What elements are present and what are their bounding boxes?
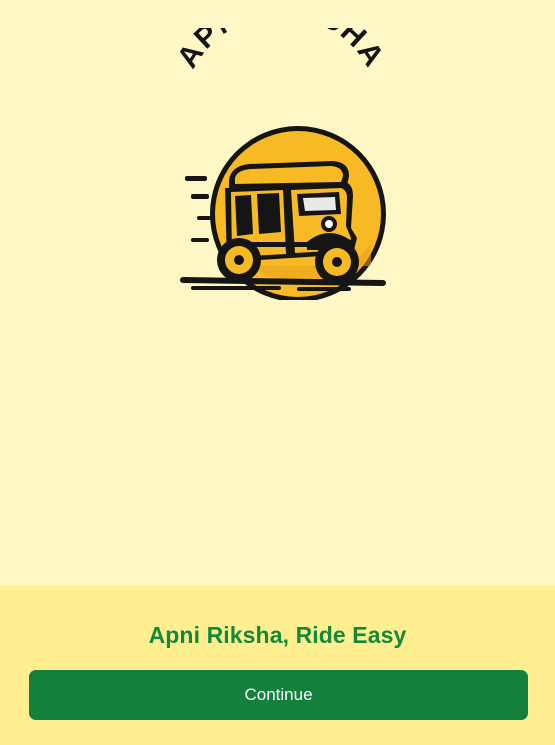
app-logo: APNI RIKSHA xyxy=(157,28,397,300)
splash-screen: APNI RIKSHA xyxy=(0,0,555,745)
logo-wordmark-text: APNI RIKSHA xyxy=(171,28,389,74)
logo-wordmark: APNI RIKSHA xyxy=(171,28,391,74)
continue-button[interactable]: Continue xyxy=(29,670,528,720)
tagline: Apni Riksha, Ride Easy xyxy=(148,622,407,648)
bottom-panel xyxy=(0,586,555,745)
auto-rickshaw-icon: APNI RIKSHA xyxy=(171,28,391,300)
